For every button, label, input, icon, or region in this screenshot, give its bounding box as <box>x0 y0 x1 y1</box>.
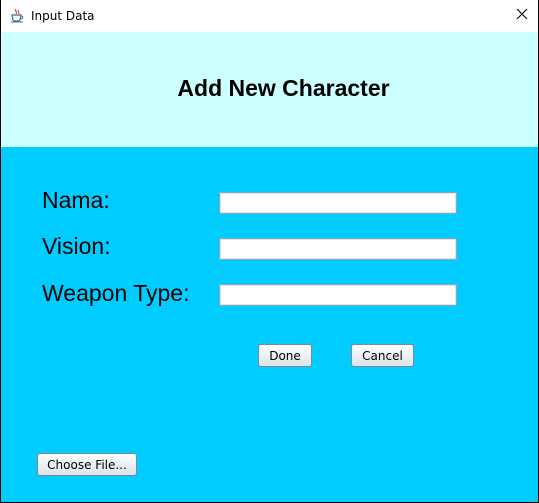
nama-input[interactable] <box>219 192 457 214</box>
weapon-type-input[interactable] <box>219 284 457 306</box>
cancel-button[interactable]: Cancel <box>351 344 414 367</box>
vision-label: Vision: <box>42 233 111 259</box>
done-button[interactable]: Done <box>258 344 312 367</box>
close-icon <box>516 7 528 25</box>
header-panel: Add New Character <box>1 32 538 147</box>
title-bar: Input Data <box>1 0 538 32</box>
close-button[interactable] <box>506 0 538 32</box>
window-title: Input Data <box>31 9 95 23</box>
form-panel: Nama: Vision: Weapon Type: Done Cancel C… <box>1 147 538 502</box>
choose-file-button[interactable]: Choose File... <box>37 453 137 476</box>
input-data-window: Input Data Add New Character Nama: Visio… <box>0 0 539 503</box>
weapon-type-label: Weapon Type: <box>42 280 190 306</box>
page-title: Add New Character <box>177 75 390 101</box>
java-cup-icon <box>10 8 24 23</box>
nama-label: Nama: <box>42 187 110 213</box>
vision-input[interactable] <box>219 238 457 260</box>
